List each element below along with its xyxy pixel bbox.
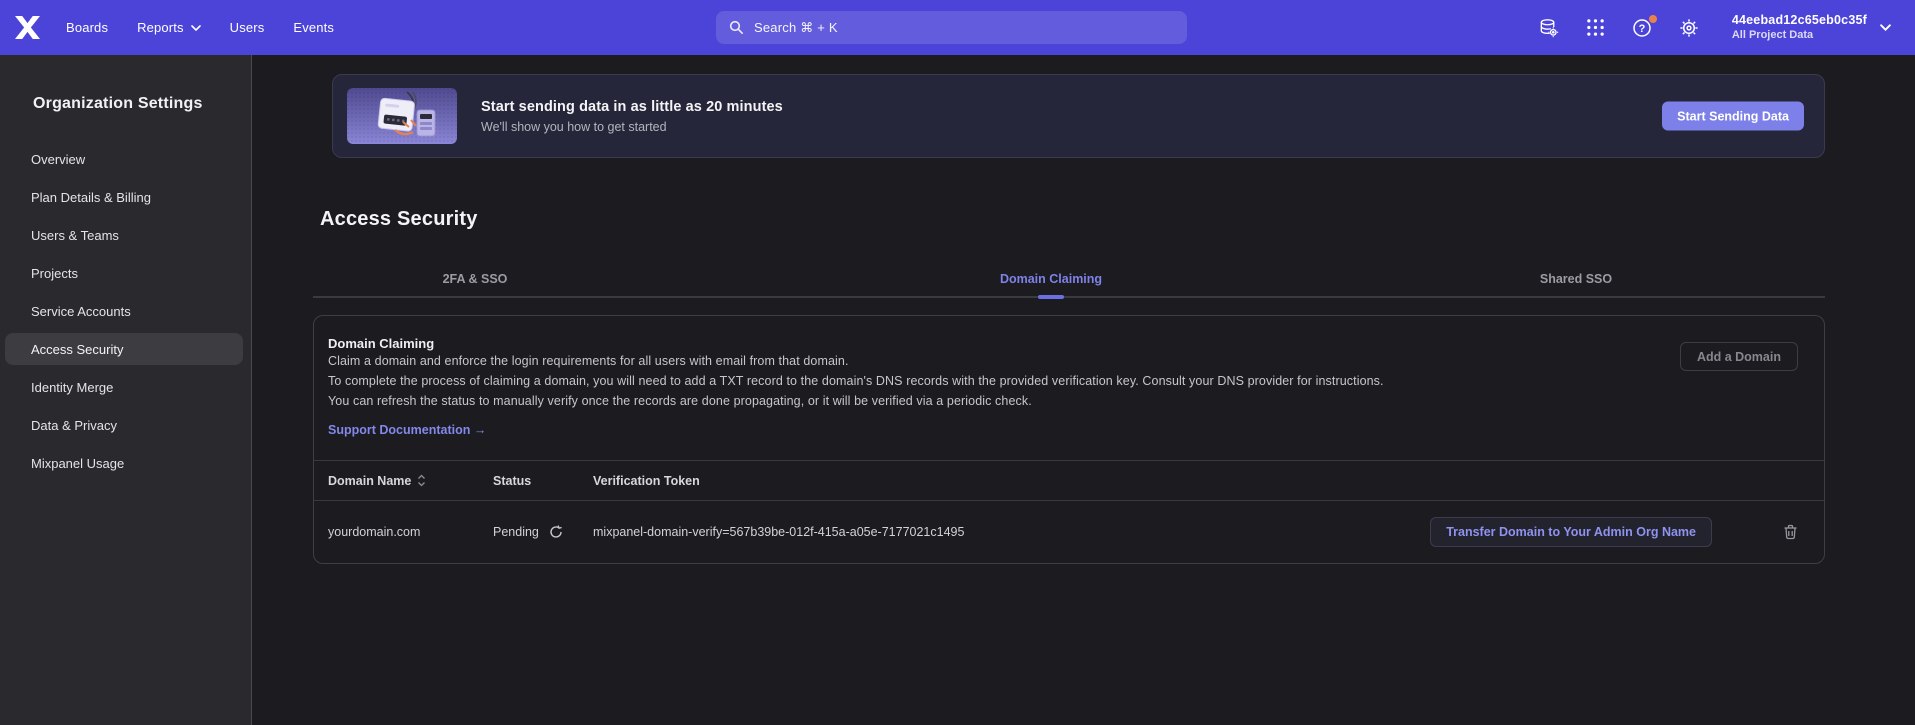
mixpanel-logo-icon (14, 15, 41, 40)
sidebar-items: Overview Plan Details & Billing Users & … (0, 143, 251, 479)
sidebar-item-service-accounts[interactable]: Service Accounts (5, 295, 243, 327)
card-title: Domain Claiming (328, 336, 1810, 351)
chevron-down-icon (1880, 24, 1891, 31)
domains-table: Domain Name Status Verification Token yo… (314, 460, 1824, 563)
domain-claiming-card: Domain Claiming Add a Domain Claim a dom… (313, 315, 1825, 564)
status-cell: Pending (493, 525, 593, 539)
start-sending-data-button[interactable]: Start Sending Data (1662, 102, 1804, 131)
refresh-icon (549, 525, 563, 539)
column-header-status: Status (493, 474, 593, 488)
nav-right-cluster: ? 44eebad12c65eb0c35f All Project Data (1538, 13, 1915, 42)
nav-item-reports-label: Reports (137, 20, 184, 35)
card-description-2: To complete the process of claiming a do… (328, 371, 1463, 391)
app-shell: Organization Settings Overview Plan Deta… (0, 55, 1915, 725)
nav-item-reports[interactable]: Reports (137, 20, 201, 35)
org-id: 44eebad12c65eb0c35f (1732, 13, 1867, 28)
table-row: yourdomain.com Pending mixpanel-domain-v… (314, 501, 1824, 563)
status-label: Pending (493, 525, 539, 539)
account-menu[interactable]: 44eebad12c65eb0c35f All Project Data (1732, 13, 1891, 42)
sidebar-title: Organization Settings (0, 95, 251, 113)
sidebar-item-projects[interactable]: Projects (5, 257, 243, 289)
apps-menu-button[interactable] (1585, 17, 1606, 38)
page-title: Access Security (320, 208, 1825, 231)
tab-domain-claiming[interactable]: Domain Claiming (1000, 272, 1102, 286)
sidebar-item-users-teams[interactable]: Users & Teams (5, 219, 243, 251)
banner-subtitle: We'll show you how to get started (481, 120, 783, 134)
column-header-verification-token: Verification Token (593, 474, 1421, 488)
domain-name-cell: yourdomain.com (328, 525, 493, 539)
delete-domain-button[interactable] (1783, 524, 1798, 540)
search-icon (729, 20, 744, 35)
add-a-domain-button[interactable]: Add a Domain (1680, 342, 1798, 371)
database-icon (1538, 17, 1559, 39)
chevron-down-icon (191, 25, 201, 31)
search-placeholder: Search ⌘ + K (754, 20, 838, 36)
column-header-domain-name-label: Domain Name (328, 474, 411, 488)
verification-token-cell: mixpanel-domain-verify=567b39be-012f-415… (593, 525, 1421, 539)
sidebar-item-mixpanel-usage[interactable]: Mixpanel Usage (5, 447, 243, 479)
row-actions: Transfer Domain to Your Admin Org Name (1421, 517, 1824, 547)
sidebar-item-identity-merge[interactable]: Identity Merge (5, 371, 243, 403)
gear-icon (1679, 18, 1699, 38)
mixpanel-logo[interactable] (14, 15, 42, 41)
top-nav: Boards Reports Users Events Search ⌘ + K (0, 0, 1915, 55)
search-input[interactable]: Search ⌘ + K (716, 11, 1187, 44)
notification-badge (1649, 15, 1657, 23)
main-content: Start sending data in as little as 20 mi… (252, 55, 1915, 725)
svg-text:?: ? (1639, 23, 1646, 35)
getting-started-illustration (347, 88, 457, 144)
onboarding-banner: Start sending data in as little as 20 mi… (332, 74, 1825, 158)
sidebar-item-plan-details-billing[interactable]: Plan Details & Billing (5, 181, 243, 213)
tab-2fa-sso[interactable]: 2FA & SSO (443, 272, 508, 286)
sidebar-item-access-security[interactable]: Access Security (5, 333, 243, 365)
table-header-row: Domain Name Status Verification Token (314, 460, 1824, 501)
nav-item-boards[interactable]: Boards (66, 20, 108, 35)
project-scope: All Project Data (1732, 29, 1867, 42)
apps-grid-icon (1586, 18, 1605, 37)
help-button[interactable]: ? (1632, 17, 1653, 38)
column-header-domain-name[interactable]: Domain Name (328, 474, 493, 488)
access-security-tabs: 2FA & SSO Domain Claiming Shared SSO (313, 254, 1825, 298)
sidebar-item-overview[interactable]: Overview (5, 143, 243, 175)
nav-item-events[interactable]: Events (293, 20, 334, 35)
transfer-domain-button[interactable]: Transfer Domain to Your Admin Org Name (1430, 517, 1712, 547)
card-description-1: Claim a domain and enforce the login req… (328, 351, 1810, 371)
sort-icon (417, 474, 426, 487)
nav-item-users[interactable]: Users (230, 20, 265, 35)
sidebar-item-data-privacy[interactable]: Data & Privacy (5, 409, 243, 441)
active-tab-underline (1038, 295, 1064, 299)
tab-shared-sso[interactable]: Shared SSO (1540, 272, 1612, 286)
trash-icon (1783, 524, 1798, 540)
refresh-status-button[interactable] (549, 525, 563, 539)
banner-title: Start sending data in as little as 20 mi… (481, 99, 783, 115)
settings-button[interactable] (1679, 17, 1700, 38)
support-documentation-link[interactable]: Support Documentation → (328, 423, 486, 437)
banner-text: Start sending data in as little as 20 mi… (481, 99, 783, 134)
primary-nav: Boards Reports Users Events (66, 20, 334, 35)
account-info: 44eebad12c65eb0c35f All Project Data (1732, 13, 1867, 42)
data-management-button[interactable] (1538, 17, 1559, 38)
card-description-3: You can refresh the status to manually v… (328, 391, 1810, 411)
settings-sidebar: Organization Settings Overview Plan Deta… (0, 55, 252, 725)
